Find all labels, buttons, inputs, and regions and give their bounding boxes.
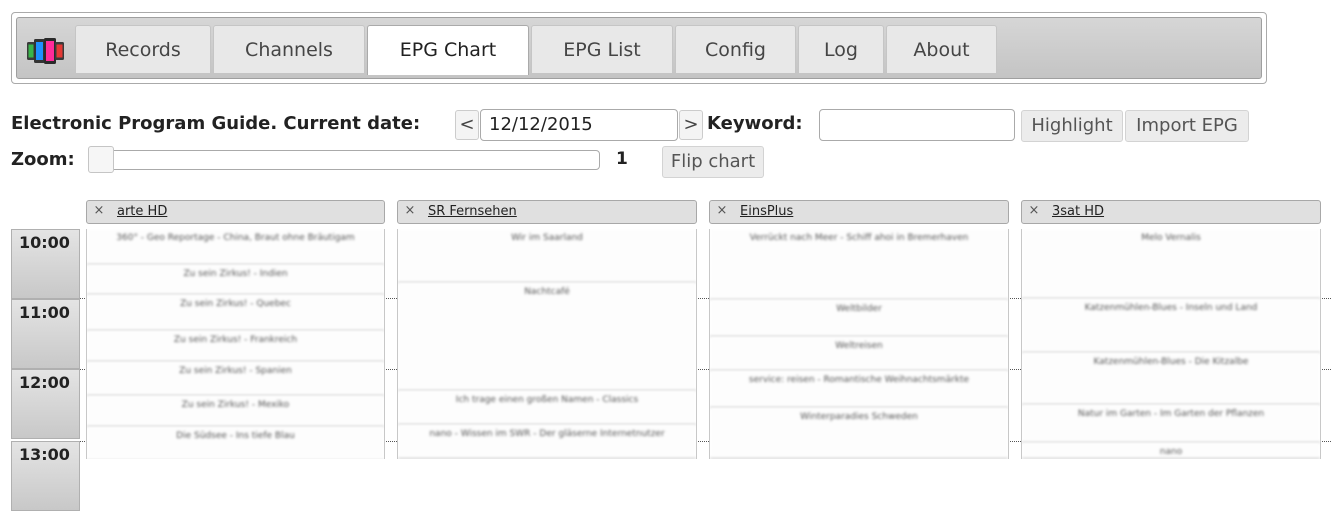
tab-epg-list[interactable]: EPG List xyxy=(531,25,673,73)
program-block[interactable]: nano xyxy=(1022,443,1320,459)
program-block[interactable]: Die Südsee - Ins tiefe Blau xyxy=(87,427,384,459)
zoom-value: 1 xyxy=(616,149,628,169)
channel-header: × 3sat HD xyxy=(1021,200,1321,224)
program-block[interactable]: Wir im Saarland xyxy=(398,229,696,283)
time-slot: 13:00 xyxy=(11,441,80,511)
program-block[interactable]: Katzenmühlen-Blues - Die Kitzalbe xyxy=(1022,353,1320,405)
channel-name-link[interactable]: 3sat HD xyxy=(1052,204,1104,219)
program-block[interactable]: Weltreisen xyxy=(710,337,1008,371)
channel-name-link[interactable]: EinsPlus xyxy=(740,204,793,219)
channel-column-einsplus: Verrückt nach Meer - Schiff ahoi in Brem… xyxy=(709,229,1009,459)
date-input[interactable]: 12/12/2015 xyxy=(480,109,678,141)
tab-about[interactable]: About xyxy=(886,25,997,73)
program-block[interactable]: Zu sein Zirkus! - Quebec xyxy=(87,295,384,331)
program-block[interactable]: Nachtcafé xyxy=(398,283,696,391)
program-block[interactable]: Natur im Garten - Im Garten der Pflanzen xyxy=(1022,405,1320,443)
keyword-label: Keyword: xyxy=(707,113,803,134)
program-block[interactable]: Weltbilder xyxy=(710,300,1008,337)
program-block[interactable]: service: reisen - Romantische Weihnachts… xyxy=(710,371,1008,408)
program-block[interactable]: Zu sein Zirkus! - Frankreich xyxy=(87,331,384,362)
close-icon[interactable]: × xyxy=(1027,204,1041,218)
time-slot: 12:00 xyxy=(11,369,80,439)
time-slot: 11:00 xyxy=(11,299,80,369)
close-icon[interactable]: × xyxy=(92,204,106,218)
flip-chart-button[interactable]: Flip chart xyxy=(662,146,764,178)
zoom-slider-handle[interactable] xyxy=(88,146,114,173)
program-block[interactable]: Zu sein Zirkus! - Spanien xyxy=(87,362,384,396)
prev-date-button[interactable]: < xyxy=(455,110,479,140)
next-date-button[interactable]: > xyxy=(679,110,703,140)
program-block[interactable]: Zu sein Zirkus! - Mexiko xyxy=(87,396,384,427)
tab-epg-chart[interactable]: EPG Chart xyxy=(367,25,529,75)
program-block[interactable]: Ich trage einen großen Namen - Classics xyxy=(398,391,696,425)
channel-header: × arte HD xyxy=(86,200,385,224)
close-icon[interactable]: × xyxy=(715,204,729,218)
zoom-label: Zoom: xyxy=(11,149,75,170)
epg-title-label: Electronic Program Guide. Current date: xyxy=(11,113,421,134)
program-block[interactable]: Winterparadies Schweden xyxy=(710,408,1008,459)
channel-header: × EinsPlus xyxy=(709,200,1009,224)
tab-config[interactable]: Config xyxy=(675,25,796,73)
channel-name-link[interactable]: SR Fernsehen xyxy=(428,204,517,219)
import-epg-button[interactable]: Import EPG xyxy=(1125,110,1249,142)
channel-column-sr: Wir im Saarland Nachtcafé Ich trage eine… xyxy=(397,229,697,459)
close-icon[interactable]: × xyxy=(403,204,417,218)
tab-channels[interactable]: Channels xyxy=(213,25,365,73)
program-block[interactable]: Zu sein Zirkus! - Indien xyxy=(87,265,384,295)
channel-name-link[interactable]: arte HD xyxy=(117,204,167,219)
app-logo-icon xyxy=(27,38,64,64)
program-block[interactable]: nano - Wissen im SWR - Der gläserne Inte… xyxy=(398,425,696,459)
tab-records[interactable]: Records xyxy=(75,25,211,73)
highlight-button[interactable]: Highlight xyxy=(1021,110,1123,142)
keyword-input[interactable] xyxy=(819,109,1015,141)
channel-column-arte: 360° - Geo Reportage - China, Braut ohne… xyxy=(86,229,385,459)
zoom-slider-track[interactable] xyxy=(88,150,600,170)
channel-header: × SR Fernsehen xyxy=(397,200,697,224)
tab-log[interactable]: Log xyxy=(798,25,884,73)
program-block[interactable]: Melo Vernalis xyxy=(1022,229,1320,299)
program-block[interactable]: 360° - Geo Reportage - China, Braut ohne… xyxy=(87,229,384,265)
channel-column-3sat: Melo Vernalis Katzenmühlen-Blues - Insel… xyxy=(1021,229,1321,459)
program-block[interactable]: Katzenmühlen-Blues - Inseln und Land xyxy=(1022,299,1320,353)
time-slot: 10:00 xyxy=(11,229,80,299)
program-block[interactable]: Verrückt nach Meer - Schiff ahoi in Brem… xyxy=(710,229,1008,300)
